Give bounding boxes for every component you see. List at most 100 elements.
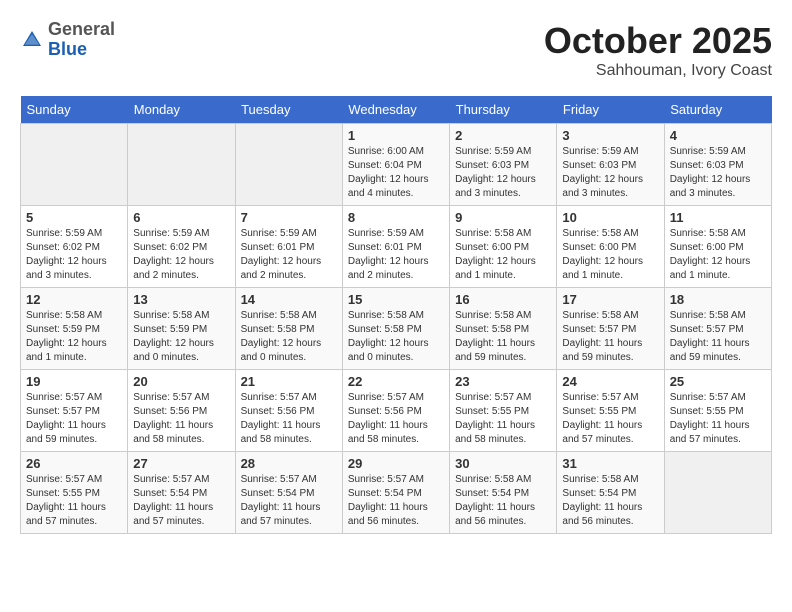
day-cell: 16Sunrise: 5:58 AM Sunset: 5:58 PM Dayli… [450, 288, 557, 370]
logo-general: General [48, 20, 115, 40]
day-cell: 26 Sunrise: 5:57 AM Sunset: 5:55 PM Dayli… [21, 452, 128, 534]
day-info: Sunrise: 5:59 AM Sunset: 6:02 PM Dayligh… [26, 227, 122, 283]
day-cell: 5Sunrise: 5:59 AM Sunset: 6:02 PM Daylig… [21, 206, 128, 288]
col-header-thursday: Thursday [450, 96, 557, 124]
day-cell: 11 Sunrise: 5:58 AM Sunset: 6:00 PM Dayli… [664, 206, 771, 288]
day-info: Sunrise: 5:58 AM Sunset: 5:54 PM Dayligh… [562, 473, 658, 529]
day-info: Sunrise: 6:00 AM Sunset: 6:04 PM Dayligh… [348, 145, 444, 201]
day-info: Sunrise: 5:57 AM Sunset: 5:54 PM Dayligh… [348, 473, 444, 529]
day-info: Sunrise: 5:59 AM Sunset: 6:03 PM Dayligh… [562, 145, 658, 201]
day-info: Sunrise: 5:59 AM Sunset: 6:01 PM Dayligh… [348, 227, 444, 283]
day-number: 28 [241, 456, 337, 471]
day-info: Sunrise: 5:57 AM Sunset: 5:54 PM Dayligh… [241, 473, 337, 529]
week-row-4: 26 Sunrise: 5:57 AM Sunset: 5:55 PM Dayli… [21, 452, 772, 534]
day-info: Sunrise: 5:57 AM Sunset: 5:57 PM Dayligh… [26, 391, 122, 447]
location-subtitle: Sahhouman, Ivory Coast [544, 62, 772, 80]
day-info: Sunrise: 5:59 AM Sunset: 6:02 PM Dayligh… [133, 227, 229, 283]
day-cell [128, 124, 235, 206]
day-cell: 17 Sunrise: 5:58 AM Sunset: 5:57 PM Dayli… [557, 288, 664, 370]
day-number: 20 [133, 374, 229, 389]
day-number: 14 [241, 292, 337, 307]
day-cell: 14 Sunrise: 5:58 AM Sunset: 5:58 PM Dayli… [235, 288, 342, 370]
day-cell: 12 Sunrise: 5:58 AM Sunset: 5:59 PM Dayli… [21, 288, 128, 370]
day-number: 18 [670, 292, 766, 307]
day-number: 3 [562, 128, 658, 143]
day-info: Sunrise: 5:58 AM Sunset: 5:59 PM Dayligh… [133, 309, 229, 365]
day-number: 15 [348, 292, 444, 307]
day-cell: 30 Sunrise: 5:58 AM Sunset: 5:54 PM Dayli… [450, 452, 557, 534]
week-row-2: 12 Sunrise: 5:58 AM Sunset: 5:59 PM Dayli… [21, 288, 772, 370]
day-number: 25 [670, 374, 766, 389]
day-number: 29 [348, 456, 444, 471]
day-info: Sunrise: 5:57 AM Sunset: 5:55 PM Dayligh… [562, 391, 658, 447]
col-header-sunday: Sunday [21, 96, 128, 124]
day-info: Sunrise: 5:57 AM Sunset: 5:56 PM Dayligh… [241, 391, 337, 447]
day-info: Sunrise: 5:58 AM Sunset: 5:59 PM Dayligh… [26, 309, 122, 365]
day-number: 11 [670, 210, 766, 225]
day-cell: 19Sunrise: 5:57 AM Sunset: 5:57 PM Dayli… [21, 370, 128, 452]
day-cell: 13 Sunrise: 5:58 AM Sunset: 5:59 PM Dayli… [128, 288, 235, 370]
calendar-table: SundayMondayTuesdayWednesdayThursdayFrid… [20, 96, 772, 534]
day-number: 4 [670, 128, 766, 143]
day-info: Sunrise: 5:58 AM Sunset: 6:00 PM Dayligh… [455, 227, 551, 283]
day-number: 9 [455, 210, 551, 225]
day-number: 31 [562, 456, 658, 471]
day-info: Sunrise: 5:57 AM Sunset: 5:55 PM Dayligh… [670, 391, 766, 447]
day-cell: 22Sunrise: 5:57 AM Sunset: 5:56 PM Dayli… [342, 370, 449, 452]
day-number: 10 [562, 210, 658, 225]
day-cell: 9 Sunrise: 5:58 AM Sunset: 6:00 PM Daylig… [450, 206, 557, 288]
day-info: Sunrise: 5:57 AM Sunset: 5:55 PM Dayligh… [455, 391, 551, 447]
day-number: 12 [26, 292, 122, 307]
month-title: October 2025 [544, 20, 772, 62]
day-cell: 24Sunrise: 5:57 AM Sunset: 5:55 PM Dayli… [557, 370, 664, 452]
title-block: October 2025 Sahhouman, Ivory Coast [544, 20, 772, 80]
col-header-saturday: Saturday [664, 96, 771, 124]
logo-text: General Blue [48, 20, 115, 60]
day-cell: 1 Sunrise: 6:00 AM Sunset: 6:04 PM Daylig… [342, 124, 449, 206]
day-info: Sunrise: 5:58 AM Sunset: 5:58 PM Dayligh… [241, 309, 337, 365]
week-row-3: 19Sunrise: 5:57 AM Sunset: 5:57 PM Dayli… [21, 370, 772, 452]
day-number: 17 [562, 292, 658, 307]
day-info: Sunrise: 5:57 AM Sunset: 5:54 PM Dayligh… [133, 473, 229, 529]
col-header-wednesday: Wednesday [342, 96, 449, 124]
day-cell: 29 Sunrise: 5:57 AM Sunset: 5:54 PM Dayli… [342, 452, 449, 534]
day-cell: 8 Sunrise: 5:59 AM Sunset: 6:01 PM Daylig… [342, 206, 449, 288]
header-row: SundayMondayTuesdayWednesdayThursdayFrid… [21, 96, 772, 124]
day-info: Sunrise: 5:57 AM Sunset: 5:56 PM Dayligh… [348, 391, 444, 447]
day-number: 1 [348, 128, 444, 143]
day-cell [235, 124, 342, 206]
day-cell: 4 Sunrise: 5:59 AM Sunset: 6:03 PM Daylig… [664, 124, 771, 206]
day-cell [21, 124, 128, 206]
day-cell: 6 Sunrise: 5:59 AM Sunset: 6:02 PM Daylig… [128, 206, 235, 288]
day-cell [664, 452, 771, 534]
day-cell: 2Sunrise: 5:59 AM Sunset: 6:03 PM Daylig… [450, 124, 557, 206]
day-info: Sunrise: 5:58 AM Sunset: 5:58 PM Dayligh… [348, 309, 444, 365]
day-info: Sunrise: 5:58 AM Sunset: 6:00 PM Dayligh… [670, 227, 766, 283]
day-cell: 3 Sunrise: 5:59 AM Sunset: 6:03 PM Daylig… [557, 124, 664, 206]
day-info: Sunrise: 5:59 AM Sunset: 6:03 PM Dayligh… [670, 145, 766, 201]
day-cell: 18 Sunrise: 5:58 AM Sunset: 5:57 PM Dayli… [664, 288, 771, 370]
col-header-friday: Friday [557, 96, 664, 124]
day-number: 26 [26, 456, 122, 471]
logo-blue: Blue [48, 40, 115, 60]
day-info: Sunrise: 5:58 AM Sunset: 5:57 PM Dayligh… [562, 309, 658, 365]
day-number: 13 [133, 292, 229, 307]
day-info: Sunrise: 5:57 AM Sunset: 5:55 PM Dayligh… [26, 473, 122, 529]
day-number: 2 [455, 128, 551, 143]
day-number: 8 [348, 210, 444, 225]
day-cell: 31 Sunrise: 5:58 AM Sunset: 5:54 PM Dayli… [557, 452, 664, 534]
day-cell: 27Sunrise: 5:57 AM Sunset: 5:54 PM Dayli… [128, 452, 235, 534]
logo-icon [20, 28, 44, 52]
week-row-0: 1 Sunrise: 6:00 AM Sunset: 6:04 PM Daylig… [21, 124, 772, 206]
day-info: Sunrise: 5:58 AM Sunset: 5:54 PM Dayligh… [455, 473, 551, 529]
col-header-monday: Monday [128, 96, 235, 124]
day-number: 21 [241, 374, 337, 389]
day-number: 7 [241, 210, 337, 225]
day-cell: 15 Sunrise: 5:58 AM Sunset: 5:58 PM Dayli… [342, 288, 449, 370]
week-row-1: 5Sunrise: 5:59 AM Sunset: 6:02 PM Daylig… [21, 206, 772, 288]
day-info: Sunrise: 5:58 AM Sunset: 6:00 PM Dayligh… [562, 227, 658, 283]
day-number: 30 [455, 456, 551, 471]
day-info: Sunrise: 5:58 AM Sunset: 5:57 PM Dayligh… [670, 309, 766, 365]
day-number: 6 [133, 210, 229, 225]
day-number: 23 [455, 374, 551, 389]
